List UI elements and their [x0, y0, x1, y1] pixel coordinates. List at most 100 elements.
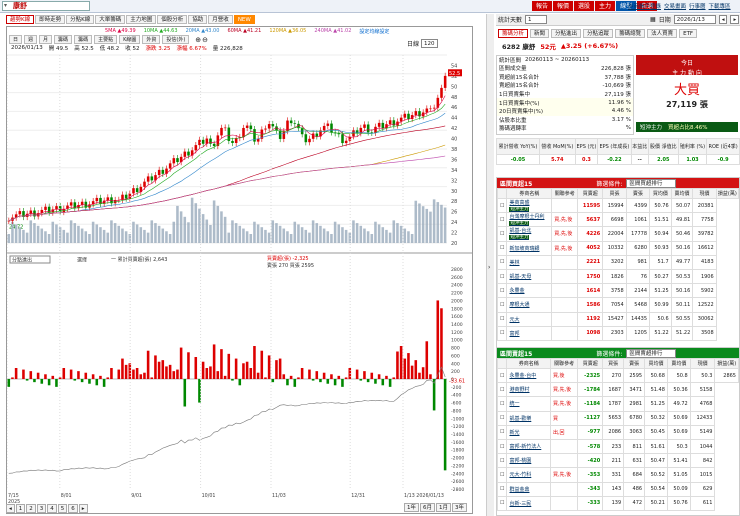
- col-header[interactable]: 買張: [602, 358, 625, 369]
- col-header[interactable]: 現價: [689, 358, 716, 369]
- prev-date-icon[interactable]: ◂: [718, 15, 728, 24]
- table-row[interactable]: ☐ 永豐金 1614 3758 2144 51.25 50.16 5902: [497, 283, 739, 299]
- col-header[interactable]: 損益(萬): [714, 358, 739, 369]
- broker-name[interactable]: 富邦: [506, 325, 553, 341]
- row-checkbox[interactable]: ☐: [497, 382, 508, 398]
- page-5[interactable]: 6: [68, 503, 78, 513]
- table-row[interactable]: ☐ 群益金鼎 -343 143 486 50.54 50.09 629: [497, 481, 739, 497]
- row-checkbox[interactable]: ☐: [497, 254, 508, 270]
- subtab-7[interactable]: 外資: [142, 35, 161, 44]
- broker-name[interactable]: 台灣摩根士丹利 短沖主力: [506, 212, 553, 228]
- page-3[interactable]: 4: [47, 503, 57, 513]
- row-checkbox[interactable]: ☐: [497, 268, 508, 285]
- row-checkbox[interactable]: ☐: [497, 424, 508, 440]
- row-checkbox[interactable]: ☐: [497, 197, 508, 214]
- dropdown-icon[interactable]: ▾: [4, 2, 7, 9]
- table-row[interactable]: ☐ 富邦-桃園 -420 211 631 50.47 51.41 842: [497, 453, 739, 469]
- range-btn-2[interactable]: 1月: [436, 503, 451, 512]
- broker-name[interactable]: 美林: [506, 254, 553, 270]
- row-checkbox[interactable]: ☐: [497, 396, 508, 412]
- tab-1[interactable]: 即時走勢: [35, 15, 66, 24]
- top-link-1[interactable]: 交易畫面: [664, 2, 686, 10]
- broker-name[interactable]: 新光: [506, 424, 551, 440]
- broker-name[interactable]: 新加坡商瑞銀: [506, 240, 553, 256]
- table-row[interactable]: ☐ 凱基-天母 1750 1826 76 50.27 50.53 1906: [497, 268, 739, 285]
- broker-name[interactable]: 凱基-歡樂: [506, 410, 551, 426]
- symbol-input[interactable]: 康舒: [2, 1, 90, 11]
- broker-name[interactable]: 富邦-桃園: [506, 453, 551, 469]
- row-checkbox[interactable]: ☐: [497, 438, 508, 455]
- tab-0[interactable]: 趨勢K線: [6, 15, 35, 24]
- table-row[interactable]: ☐ 港商野村 買,先,後 -1784 1687 3471 51.48 50.36 5158: [497, 382, 739, 398]
- row-checkbox[interactable]: ☐: [497, 453, 508, 469]
- tab-4[interactable]: 主力地圖: [126, 15, 157, 24]
- broker-name[interactable]: 美商高盛 短沖主力: [506, 197, 553, 214]
- col-header[interactable]: 損益(萬): [715, 188, 739, 199]
- page-1[interactable]: 2: [26, 503, 36, 513]
- col-header[interactable]: 賣張: [623, 358, 646, 369]
- table-row[interactable]: ☐ 台新-三民 -333 139 472 50.21 50.76 611: [497, 495, 739, 511]
- broker-name[interactable]: 港商野村: [506, 382, 551, 398]
- row-checkbox[interactable]: ☐: [497, 495, 508, 511]
- col-header[interactable]: 買賣超: [577, 188, 604, 199]
- col-header[interactable]: 券商名稱: [506, 358, 551, 369]
- stat-days-select[interactable]: 1: [525, 15, 548, 24]
- broker-name[interactable]: 摩根大通: [506, 297, 553, 313]
- range-btn-3[interactable]: 3年: [452, 503, 467, 512]
- rtab-1[interactable]: 新聞: [530, 28, 550, 38]
- col-header[interactable]: 買賣超: [577, 358, 604, 369]
- subtab-0[interactable]: 日: [9, 35, 23, 44]
- buy-filter-select[interactable]: 區間買超排行: [626, 178, 677, 188]
- next-page-icon[interactable]: ▸: [78, 503, 88, 513]
- top-btn-0[interactable]: 報告: [532, 1, 553, 11]
- row-checkbox[interactable]: ☐: [497, 481, 508, 497]
- page-4[interactable]: 5: [57, 503, 68, 513]
- rtab-3[interactable]: 分點追蹤: [583, 28, 614, 38]
- table-row[interactable]: ☐ 美林 2221 3202 981 51.7 49.77 4183: [497, 254, 739, 270]
- broker-name[interactable]: 元大-竹科: [506, 467, 551, 483]
- rtab-6[interactable]: ETF: [679, 28, 698, 38]
- top-link-3[interactable]: 下載專區: [709, 2, 731, 10]
- rtab-5[interactable]: 法人買賣: [647, 28, 678, 38]
- range-select[interactable]: 120: [421, 39, 438, 48]
- rtab-4[interactable]: 籌碼總覽: [615, 28, 646, 38]
- table-row[interactable]: ☐ 元大 1192 15427 14435 50.6 50.55 30062: [497, 311, 739, 327]
- col-header[interactable]: 賣均價: [666, 358, 691, 369]
- table-row[interactable]: ☐ 新光 出,回 -977 2086 3063 50.45 50.69 5149: [497, 424, 739, 440]
- table-row[interactable]: ☐ 元大-竹科 買,先,後 -353 331 684 50.52 51.05 1015: [497, 467, 739, 483]
- tab-3[interactable]: 大單籌碼: [95, 15, 126, 24]
- subtab-4[interactable]: 籌碼: [74, 35, 93, 44]
- col-header[interactable]: 關聯參考: [551, 188, 579, 199]
- col-header[interactable]: 券商名稱: [506, 188, 553, 199]
- subtab-1[interactable]: 週: [24, 35, 38, 44]
- row-checkbox[interactable]: ☐: [497, 410, 508, 426]
- tab-6[interactable]: 協助: [188, 15, 208, 24]
- row-checkbox[interactable]: ☐: [497, 212, 508, 228]
- tab-5[interactable]: 個股分析: [157, 15, 188, 24]
- row-checkbox[interactable]: ☐: [497, 467, 508, 483]
- ma-settings-link[interactable]: 設定均線設定: [359, 28, 389, 35]
- zoom-in-icon[interactable]: ⊕: [195, 36, 201, 44]
- table-row[interactable]: ☐ 新加坡商瑞銀 買,先,後 4052 10332 6280 50.93 50.16 16612: [497, 240, 739, 256]
- row-checkbox[interactable]: ☐: [497, 325, 508, 341]
- table-row[interactable]: ☐ 凱基-歡樂 買 -1127 5653 6780 50.32 50.69 12433: [497, 410, 739, 426]
- top-link-0[interactable]: 券商帳戶登錄: [628, 2, 661, 10]
- col-header[interactable]: 賣張: [625, 188, 651, 199]
- top-btn-2[interactable]: 選股: [574, 1, 595, 11]
- tab-7[interactable]: 月營收: [208, 15, 233, 24]
- rtab-2[interactable]: 分點進出: [551, 28, 582, 38]
- row-checkbox[interactable]: ☐: [497, 297, 508, 313]
- prev-page-icon[interactable]: ◂: [6, 503, 15, 513]
- rtab-0[interactable]: 籌碼分析: [498, 28, 529, 38]
- collapse-icon[interactable]: ›: [488, 264, 490, 271]
- col-header[interactable]: 現價: [692, 188, 717, 199]
- broker-name[interactable]: 永豐金-台中: [506, 367, 551, 384]
- subtab-2[interactable]: 月: [39, 35, 53, 44]
- top-link-2[interactable]: 行事曆: [689, 2, 706, 10]
- row-checkbox[interactable]: ☐: [497, 311, 508, 327]
- broker-name[interactable]: 統一: [506, 396, 551, 412]
- col-header[interactable]: 賣均價: [670, 188, 694, 199]
- next-date-icon[interactable]: ▸: [730, 15, 740, 24]
- sell-filter-select[interactable]: 區間賣超排行: [626, 348, 677, 358]
- subtab-5[interactable]: 主要點: [94, 35, 118, 44]
